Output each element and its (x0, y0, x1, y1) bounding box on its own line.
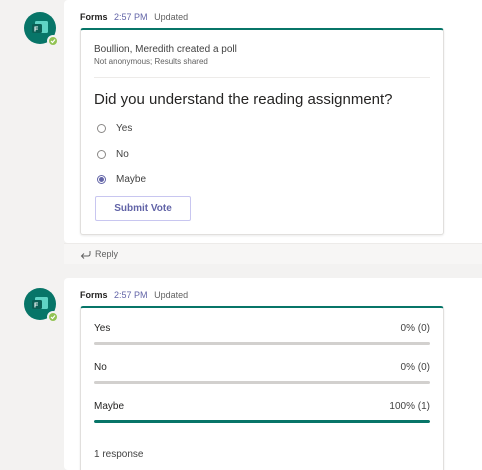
divider (94, 77, 430, 78)
poll-message: Forms 2:57 PM Updated Boullion, Meredith… (64, 0, 482, 243)
result-row-yes: Yes 0% (0) (94, 323, 430, 353)
result-label: Maybe (94, 401, 125, 412)
message-header: Forms 2:57 PM Updated (80, 290, 188, 300)
result-label: No (94, 362, 107, 373)
radio-selected-dot (99, 176, 104, 182)
poll-creator-text: Boullion, Meredith created a poll (94, 44, 237, 55)
svg-text:F: F (34, 27, 39, 34)
forms-avatar[interactable]: F (24, 12, 59, 47)
message-time[interactable]: 2:57 PM (114, 290, 148, 300)
updated-label: Updated (154, 290, 189, 300)
checkmark-icon (50, 315, 56, 320)
forms-app-icon: F (32, 21, 48, 34)
option-label: Yes (116, 122, 133, 134)
result-bar-track (94, 342, 430, 345)
radio-yes[interactable] (97, 123, 106, 133)
result-value: 0% (0) (400, 362, 430, 373)
poll-option-yes[interactable]: Yes (97, 120, 132, 136)
result-label: Yes (94, 323, 111, 334)
submit-vote-button[interactable]: Submit Vote (95, 196, 191, 221)
reply-bar[interactable]: Reply (64, 243, 482, 264)
message-time[interactable]: 2:57 PM (114, 12, 148, 22)
reply-label: Reply (95, 249, 119, 259)
reply-arrow-icon (80, 250, 91, 259)
result-row-maybe: Maybe 100% (1) (94, 401, 430, 431)
checkmark-icon (50, 39, 56, 44)
poll-option-no[interactable]: No (97, 146, 129, 162)
sender-name[interactable]: Forms (80, 290, 108, 300)
radio-maybe[interactable] (97, 174, 106, 184)
result-value: 0% (0) (400, 323, 430, 334)
message-header: Forms 2:57 PM Updated (80, 12, 188, 22)
results-card: Yes 0% (0) No 0% (0) Maybe 100% (1) 1 re… (80, 306, 444, 470)
result-bar-fill (94, 420, 430, 423)
radio-no[interactable] (97, 149, 106, 159)
option-label: Maybe (116, 173, 147, 185)
svg-text:F: F (34, 303, 39, 310)
forms-avatar[interactable]: F (24, 288, 59, 323)
presence-badge (47, 311, 59, 323)
sender-name[interactable]: Forms (80, 12, 108, 22)
poll-card: Boullion, Meredith created a poll Not an… (80, 28, 444, 235)
poll-settings-text: Not anonymous; Results shared (94, 57, 208, 66)
forms-app-icon: F (32, 297, 48, 310)
result-bar-track (94, 420, 430, 423)
result-row-no: No 0% (0) (94, 362, 430, 392)
presence-badge (47, 35, 59, 47)
result-bar-track (94, 381, 430, 384)
result-value: 100% (1) (389, 401, 430, 412)
poll-option-maybe[interactable]: Maybe (97, 171, 146, 187)
updated-label: Updated (154, 12, 189, 22)
option-label: No (116, 148, 129, 160)
response-count: 1 response (94, 449, 144, 460)
poll-question: Did you understand the reading assignmen… (94, 91, 393, 108)
results-message: Forms 2:57 PM Updated Yes 0% (0) No 0% (… (64, 278, 482, 470)
